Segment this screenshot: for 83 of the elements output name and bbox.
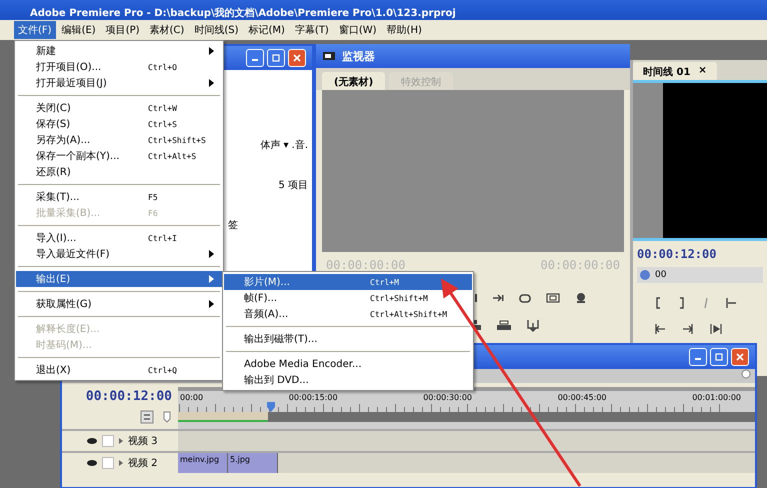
eye-icon: [86, 437, 98, 445]
menu-item[interactable]: 音频(A)... Ctrl+Alt+Shift+M: [224, 306, 472, 322]
timecode: 00:00:12:00: [86, 389, 172, 404]
output-icon: [574, 292, 588, 304]
menu-item[interactable]: 文件(F): [14, 21, 56, 39]
safe-margins-icon: [546, 292, 560, 304]
track-name: 视频 2: [128, 456, 158, 470]
menu-item[interactable]: 保存一个副本(Y)... Ctrl+Alt+S: [16, 148, 222, 164]
menu-item[interactable]: 影片(M)... Ctrl+M: [224, 274, 472, 290]
menu-item[interactable]: 编辑(E): [58, 21, 100, 39]
menu-item[interactable]: 还原(R): [16, 164, 222, 180]
ruler-label: 00:00:45:00: [558, 393, 607, 402]
panel-title: 监视器: [342, 48, 375, 64]
menu-item[interactable]: 输出到 DVD...: [224, 372, 472, 388]
tab[interactable]: 时间线 01: [643, 65, 690, 77]
audio-label: 体声 ▾ .音.: [260, 138, 308, 152]
monitor-icon: [322, 50, 336, 62]
close-icon: [293, 54, 301, 62]
close-button[interactable]: [288, 49, 306, 67]
menu-item[interactable]: 时间线(S): [190, 21, 242, 39]
menu-item[interactable]: 打开最近项目(J): [16, 75, 222, 91]
maximize-icon: [715, 353, 723, 361]
timecode: 00:00:00:00: [326, 258, 406, 272]
menu-item[interactable]: 帧(F)... Ctrl+Shift+M: [224, 290, 472, 306]
minimize-button[interactable]: [689, 348, 707, 366]
clip[interactable]: meinv.jpg: [178, 453, 228, 473]
menu-item[interactable]: 窗口(W): [334, 21, 381, 39]
close-button[interactable]: [731, 348, 749, 366]
expand-icon: [118, 459, 124, 467]
loop-icon: [518, 292, 532, 304]
lock-toggle[interactable]: [102, 457, 114, 469]
menu-item[interactable]: 导入最近文件(F): [16, 246, 222, 262]
menu-item[interactable]: 保存(S) Ctrl+S: [16, 116, 222, 132]
marker-icon: [162, 410, 172, 424]
maximize-button[interactable]: [710, 348, 728, 366]
expand-icon: [118, 437, 124, 445]
menu-item[interactable]: 项目(P): [102, 21, 144, 39]
playhead-icon: [266, 401, 276, 413]
extract-icon: [496, 319, 512, 331]
menu-item[interactable]: 退出(X) Ctrl+Q: [16, 362, 222, 378]
timecode: 00:00:12:00: [637, 247, 716, 261]
eye-icon: [86, 459, 98, 467]
ruler-label: 00:00: [180, 393, 204, 402]
menu-item[interactable]: 导入(I)... Ctrl+I: [16, 230, 222, 246]
go-to-in-icon: [725, 297, 737, 309]
menu-item[interactable]: 关闭(C) Ctrl+W: [16, 100, 222, 116]
menu-item[interactable]: 另存为(A)... Ctrl+Shift+S: [16, 132, 222, 148]
minimize-button[interactable]: [246, 49, 264, 67]
go-to-in-point-icon: [653, 323, 667, 335]
menu-item[interactable]: Adobe Media Encoder...: [224, 356, 472, 372]
lock-toggle[interactable]: [102, 435, 114, 447]
close-button[interactable]: ×: [698, 65, 707, 77]
item-count: 5 项目: [278, 179, 308, 192]
menu-item[interactable]: 字幕(T): [290, 21, 333, 39]
track-name: 视频 3: [128, 434, 158, 448]
menu-item[interactable]: 素材(C): [146, 21, 188, 39]
panel-menu-icon: [741, 369, 751, 379]
menu-item[interactable]: 输出到磁带(T)...: [224, 331, 472, 347]
close-icon: [736, 353, 744, 361]
zoom-label: 00: [655, 270, 666, 280]
go-to-out-point-icon: [681, 323, 695, 335]
timecode: 00:00:00:00: [540, 258, 620, 272]
window-title: Adobe Premiere Pro - D:\backup\我的文档\Adobe\Premiere Pro\1.0\123.prproj: [30, 8, 456, 20]
maximize-icon: [272, 54, 280, 62]
ruler-label: 00:01:00:00: [692, 393, 741, 402]
menu-item[interactable]: 输出(E): [16, 271, 222, 287]
column-header: 签: [228, 219, 238, 232]
clip[interactable]: 5.jpg: [228, 453, 278, 473]
ruler-label: 00:00:15:00: [288, 393, 338, 402]
menu-item[interactable]: 帮助(H): [382, 21, 426, 39]
trim-icon: [526, 318, 540, 332]
snap-icon: [140, 410, 154, 424]
go-to-out-icon: [492, 292, 504, 304]
menu-item[interactable]: 打开项目(O)... Ctrl+O: [16, 59, 222, 75]
zoom-icon: [639, 269, 651, 281]
menu-item[interactable]: 获取属性(G): [16, 296, 222, 312]
ruler-label: 00:00:30:00: [423, 393, 472, 402]
menu-item[interactable]: 标记(M): [244, 21, 289, 39]
menu-item[interactable]: 采集(T)... F5: [16, 189, 222, 205]
maximize-button[interactable]: [267, 49, 285, 67]
play-in-to-out-icon: [709, 323, 723, 335]
tab[interactable]: (无素材): [322, 72, 386, 90]
menu-item[interactable]: 新建: [16, 43, 222, 59]
